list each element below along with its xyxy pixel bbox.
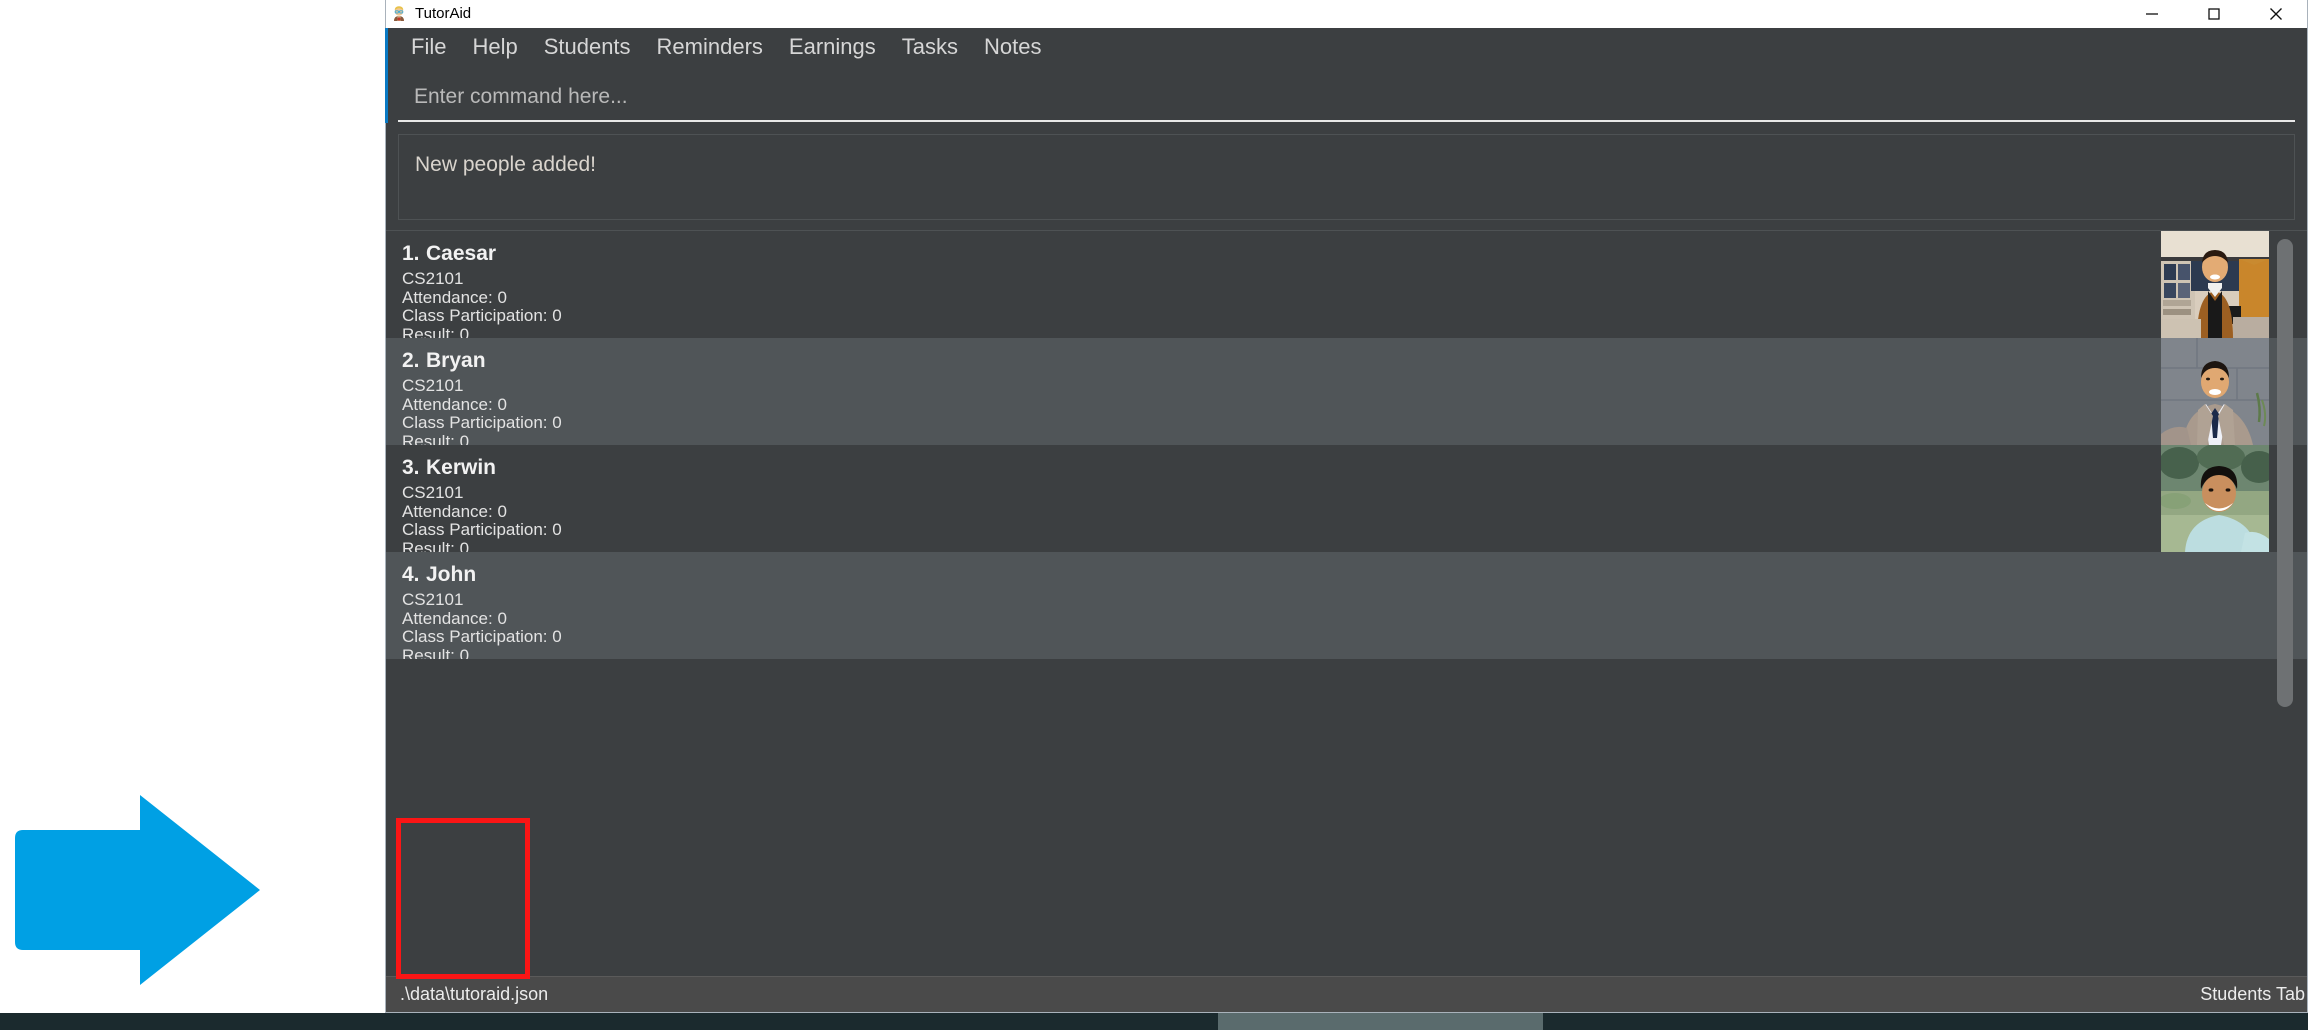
screen: TutorAid File Help Students Reminders Ea… <box>0 0 2308 1030</box>
student-attendance: Attendance: 0 <box>402 501 507 521</box>
result-message: New people added! <box>415 153 596 176</box>
background-window-strip <box>0 1013 2308 1030</box>
student-title: 3. Kerwin <box>402 456 2161 480</box>
student-title: 4. John <box>402 563 2307 587</box>
student-title: 1. Caesar <box>402 242 2161 266</box>
student-card-body: 1. Caesar CS2101 Attendance: 0 Class Part… <box>386 231 2161 338</box>
list-scrollbar-thumb[interactable] <box>2277 239 2293 707</box>
student-list-panel: 1. Caesar CS2101 Attendance: 0 Class Part… <box>386 230 2307 976</box>
command-input-placeholder: Enter command here... <box>414 85 628 108</box>
student-card-body: 2. Bryan CS2101 Attendance: 0 Class Parti… <box>386 338 2161 445</box>
window-controls <box>2121 0 2307 28</box>
annotation-arrow-right-icon <box>10 793 385 988</box>
menu-item-help[interactable]: Help <box>459 32 530 62</box>
student-photo-kerwin <box>2161 445 2269 552</box>
student-module: CS2101 <box>402 376 464 395</box>
table-row[interactable]: 4. John CS2101 Attendance: 0 Class Partic… <box>386 552 2307 659</box>
student-module: CS2101 <box>402 590 464 609</box>
student-name: Bryan <box>426 349 486 372</box>
command-area: Enter command here... <box>386 65 2307 122</box>
student-participation: Class Participation: 0 <box>402 627 562 647</box>
maximize-icon[interactable] <box>2183 0 2245 28</box>
student-module: CS2101 <box>402 269 464 288</box>
student-index: 2. <box>402 349 420 372</box>
student-attendance: Attendance: 0 <box>402 394 507 414</box>
student-attendance: Attendance: 0 <box>402 287 507 307</box>
menu-item-reminders[interactable]: Reminders <box>644 32 776 62</box>
tutoraid-window: TutorAid File Help Students Reminders Ea… <box>385 0 2308 1013</box>
title-bar: TutorAid <box>386 0 2307 28</box>
table-row[interactable]: 2. Bryan CS2101 Attendance: 0 Class Parti… <box>386 338 2307 445</box>
list-scrollbar[interactable] <box>2277 233 2293 974</box>
person-icon <box>390 4 408 23</box>
status-file-path: .\data\tutoraid.json <box>400 984 549 1004</box>
menu-item-tasks[interactable]: Tasks <box>889 32 971 62</box>
student-index: 3. <box>402 456 420 479</box>
student-participation: Class Participation: 0 <box>402 520 562 540</box>
table-row[interactable]: 1. Caesar CS2101 Attendance: 0 Class Part… <box>386 231 2307 338</box>
student-result: Result: 0 <box>402 538 470 552</box>
window-title: TutorAid <box>415 5 472 22</box>
student-card-body: 3. Kerwin CS2101 Attendance: 0 Class Part… <box>386 445 2161 552</box>
student-index: 1. <box>402 242 420 265</box>
close-icon[interactable] <box>2245 0 2307 28</box>
student-card-body: 4. John CS2101 Attendance: 0 Class Partic… <box>386 552 2307 659</box>
student-result: Result: 0 <box>402 645 470 659</box>
student-photo-caesar <box>2161 231 2269 338</box>
student-participation: Class Participation: 0 <box>402 413 562 433</box>
student-result: Result: 0 <box>402 431 470 445</box>
background-window-highlight <box>1218 1013 1543 1030</box>
student-list: 1. Caesar CS2101 Attendance: 0 Class Part… <box>386 231 2307 659</box>
window-active-accent <box>385 28 388 123</box>
student-result: Result: 0 <box>402 324 470 338</box>
table-row[interactable]: 3. Kerwin CS2101 Attendance: 0 Class Part… <box>386 445 2307 552</box>
menu-item-students[interactable]: Students <box>531 32 644 62</box>
student-participation: Class Participation: 0 <box>402 306 562 326</box>
status-tab-label: Students Tab <box>2200 984 2305 1004</box>
menu-item-file[interactable]: File <box>398 32 459 62</box>
student-module: CS2101 <box>402 483 464 502</box>
result-area: New people added! <box>386 122 2307 230</box>
student-name: John <box>426 563 477 586</box>
result-display: New people added! <box>398 134 2295 220</box>
menu-item-notes[interactable]: Notes <box>971 32 1054 62</box>
menu-item-earnings[interactable]: Earnings <box>776 32 889 62</box>
menu-bar: File Help Students Reminders Earnings Ta… <box>386 28 2307 65</box>
student-photo-bryan <box>2161 338 2269 445</box>
student-name: Kerwin <box>426 456 497 479</box>
student-name: Caesar <box>426 242 497 265</box>
student-attendance: Attendance: 0 <box>402 608 507 628</box>
student-title: 2. Bryan <box>402 349 2161 373</box>
minimize-icon[interactable] <box>2121 0 2183 28</box>
command-input[interactable]: Enter command here... <box>398 74 2295 122</box>
status-bar: .\data\tutoraid.json Students Tab <box>386 976 2307 1012</box>
student-index: 4. <box>402 563 420 586</box>
